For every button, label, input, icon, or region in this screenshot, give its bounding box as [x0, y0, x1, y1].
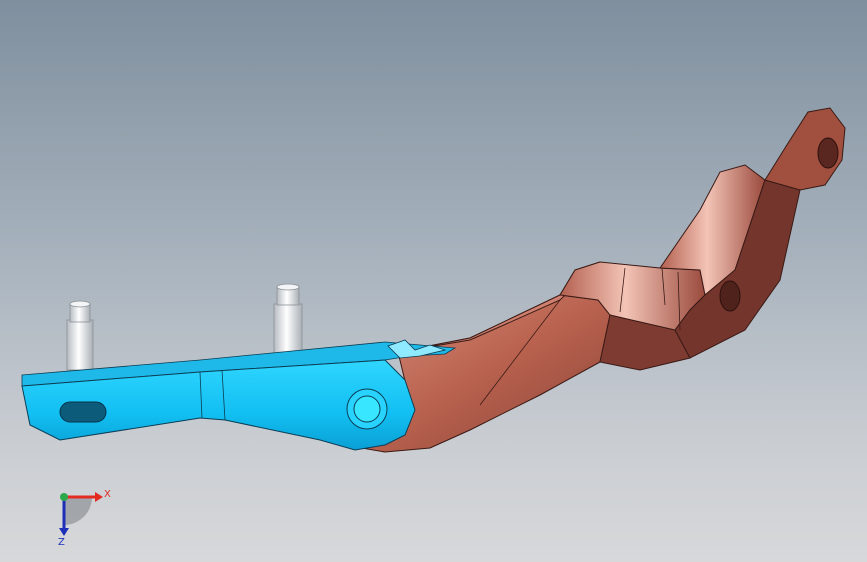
- coordinate-triad: X Z: [58, 489, 111, 548]
- model-viewport[interactable]: X Z: [0, 0, 867, 562]
- pin-right-shaft: [273, 303, 303, 355]
- triad-shadow: [64, 497, 92, 525]
- triad-z-label: Z: [58, 537, 65, 548]
- pin-left-top: [69, 300, 91, 308]
- triad-x-arrow: [95, 492, 103, 502]
- copper-tab-hole: [817, 137, 839, 169]
- triad-y-axis: [60, 493, 68, 501]
- copper-arm[interactable]: [349, 107, 846, 453]
- blue-bracket-pivot-inner: [353, 395, 381, 423]
- pin-left[interactable]: [66, 300, 94, 371]
- pin-right-top: [276, 283, 300, 291]
- pin-left-shaft: [66, 319, 94, 371]
- blue-bracket-slot: [59, 401, 107, 423]
- copper-side-hole: [719, 280, 741, 312]
- triad-z-arrow: [59, 528, 69, 536]
- model-scene[interactable]: X Z: [0, 0, 867, 562]
- triad-x-label: X: [104, 489, 111, 500]
- pin-right[interactable]: [273, 283, 303, 355]
